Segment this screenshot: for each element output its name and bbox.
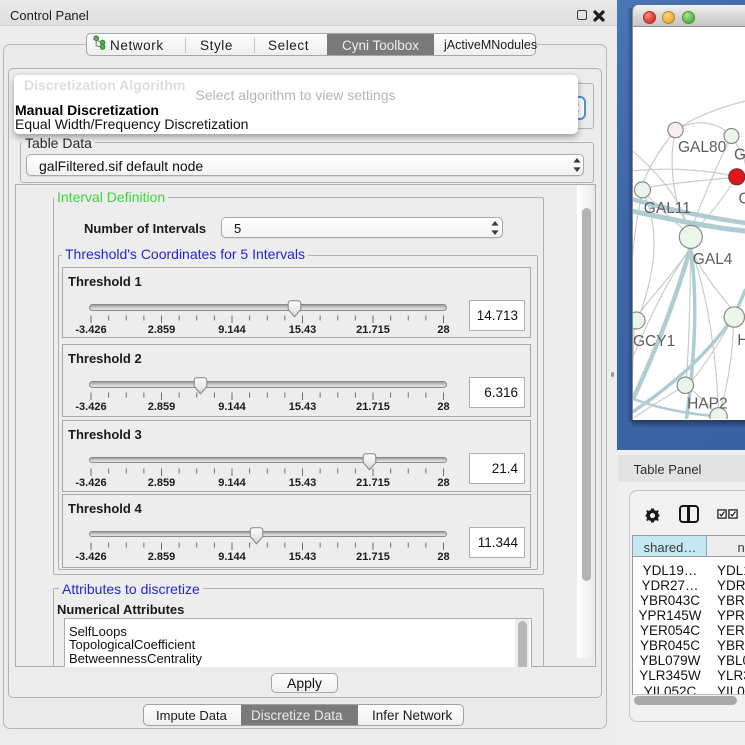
- svg-text:C: C: [738, 191, 745, 208]
- svg-text:H: H: [737, 332, 745, 349]
- svg-text:GCY1: GCY1: [633, 333, 675, 350]
- svg-text:GAL4: GAL4: [692, 251, 732, 268]
- svg-text:GAL11: GAL11: [643, 200, 690, 217]
- svg-text:GAL80: GAL80: [678, 139, 727, 156]
- svg-text:GA: GA: [734, 147, 745, 164]
- svg-text:HAP2: HAP2: [687, 396, 728, 413]
